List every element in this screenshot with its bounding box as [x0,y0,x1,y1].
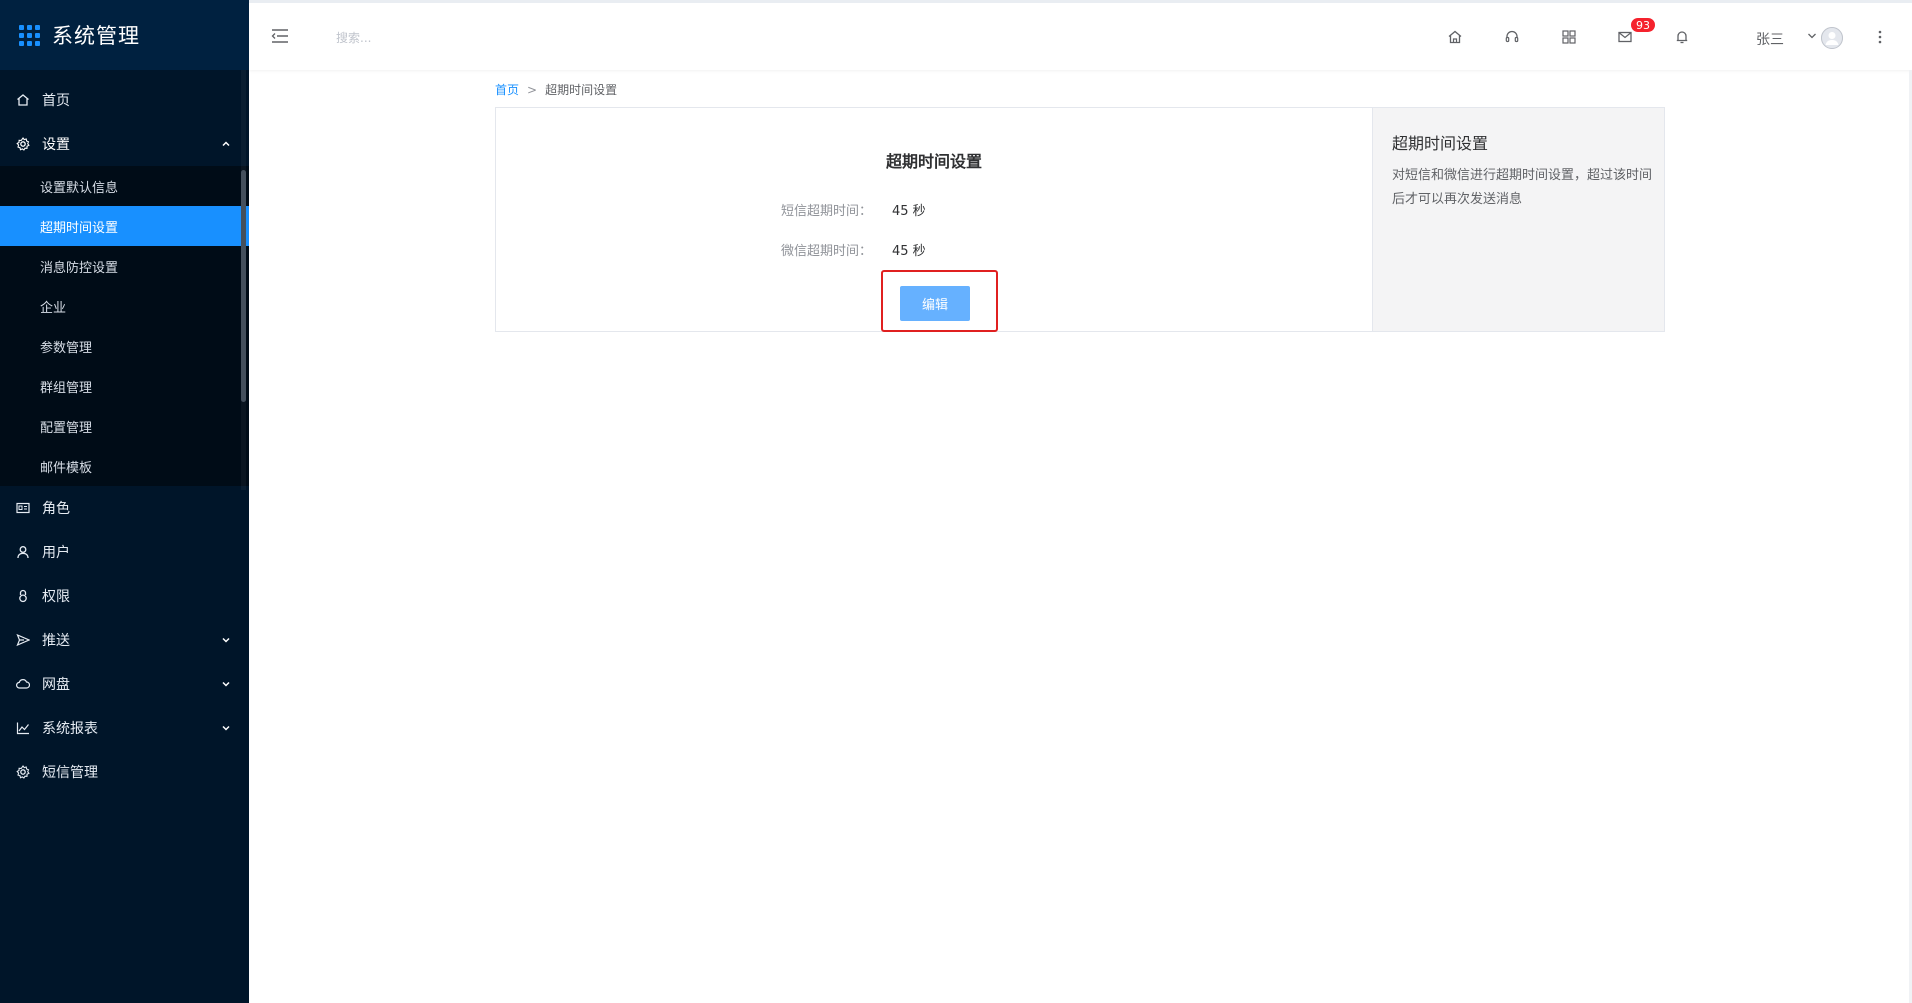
app-logo[interactable]: 系统管理 [0,0,249,70]
sidebar-item-label: 权限 [42,589,70,605]
sidebar-item-label: 短信管理 [42,765,98,781]
info-panel: 超期时间设置 对短信和微信进行超期时间设置，超过该时间后才可以再次发送消息 [1372,108,1664,331]
avatar[interactable] [1821,27,1843,49]
sidebar-subitem-message-control[interactable]: 消息防控设置 [0,246,249,286]
breadcrumb: 首页 > 超期时间设置 [495,81,617,98]
sidebar-item-label: 角色 [42,501,70,517]
chevron-down-icon [221,679,231,689]
wechat-timeout-label: 微信超期时间： [780,244,872,259]
sidebar-item-users[interactable]: 用户 [0,530,249,574]
sidebar-item-settings[interactable]: 设置 [0,122,249,166]
gear-icon [16,137,30,151]
breadcrumb-separator: > [527,83,538,97]
sidebar-item-reports[interactable]: 系统报表 [0,706,249,750]
sidebar-item-label: 系统报表 [42,721,98,737]
menu-collapse-icon[interactable] [269,25,293,49]
cloud-icon [16,677,30,691]
user-icon [16,545,30,559]
search-input[interactable] [334,23,518,53]
top-header: 93 张三 [249,0,1912,70]
mail-badge: 93 [1630,17,1656,33]
sidebar-item-roles[interactable]: 角色 [0,486,249,530]
more-vertical-icon[interactable] [1877,28,1883,46]
app-title: 系统管理 [52,24,140,48]
page-title: 超期时间设置 [885,152,982,171]
sidebar-subitem-timeout-settings[interactable]: 超期时间设置 [0,206,249,246]
sidebar-scrollbar[interactable] [241,170,246,402]
id-card-icon [16,501,30,515]
sidebar-subitem-default-info[interactable]: 设置默认信息 [0,166,249,206]
chart-line-icon [16,721,30,735]
home-icon [16,93,30,107]
breadcrumb-home-link[interactable]: 首页 [495,83,519,97]
sidebar: 系统管理 首页 设置 设置默认信息 超期时间设置 消息防控设置 企业 参数管理 … [0,0,249,1003]
user-name[interactable]: 张三 [1756,29,1784,49]
sidebar-item-label: 首页 [42,93,70,109]
headset-support-icon[interactable] [1502,27,1522,47]
sms-timeout-value: 45 秒 [892,204,926,219]
bell-icon[interactable] [1672,27,1692,47]
sidebar-item-label: 推送 [42,633,70,649]
sidebar-item-netdisk[interactable]: 网盘 [0,662,249,706]
sidebar-subitem-groups[interactable]: 群组管理 [0,366,249,406]
sidebar-subitem-parameters[interactable]: 参数管理 [0,326,249,366]
settings-submenu: 设置默认信息 超期时间设置 消息防控设置 企业 参数管理 群组管理 配置管理 邮… [0,166,249,486]
chevron-up-icon [221,139,231,149]
sidebar-item-label: 设置 [42,137,70,153]
timeout-settings-card: 超期时间设置 短信超期时间： 45 秒 微信超期时间： 45 秒 编辑 超期时间… [495,107,1665,332]
sidebar-subitem-mail-template[interactable]: 邮件模板 [0,446,249,486]
info-description: 对短信和微信进行超期时间设置，超过该时间后才可以再次发送消息 [1392,168,1653,207]
sidebar-item-home[interactable]: 首页 [0,78,249,122]
chevron-down-icon [221,723,231,733]
sidebar-item-permissions[interactable]: 权限 [0,574,249,618]
settings-panel: 超期时间设置 短信超期时间： 45 秒 微信超期时间： 45 秒 编辑 [496,108,1372,332]
apps-icon[interactable] [1559,27,1579,47]
sms-timeout-label: 短信超期时间： [780,204,872,219]
breadcrumb-current: 超期时间设置 [545,83,618,97]
sidebar-subitem-config[interactable]: 配置管理 [0,406,249,446]
chevron-down-icon [221,635,231,645]
sidebar-item-label: 网盘 [42,677,70,693]
edit-button[interactable]: 编辑 [900,286,970,321]
home-icon[interactable] [1445,27,1465,47]
sidebar-item-sms-management[interactable]: 短信管理 [0,750,249,794]
gear-icon [16,765,30,779]
sidebar-item-push[interactable]: 推送 [0,618,249,662]
sidebar-subitem-enterprise[interactable]: 企业 [0,286,249,326]
lock-icon [16,589,30,603]
info-title: 超期时间设置 [1392,134,1489,153]
send-icon [16,633,30,647]
apps-grid-icon [19,24,40,46]
chevron-down-icon[interactable] [1807,29,1817,43]
sidebar-item-label: 用户 [42,545,70,561]
wechat-timeout-value: 45 秒 [892,244,926,259]
